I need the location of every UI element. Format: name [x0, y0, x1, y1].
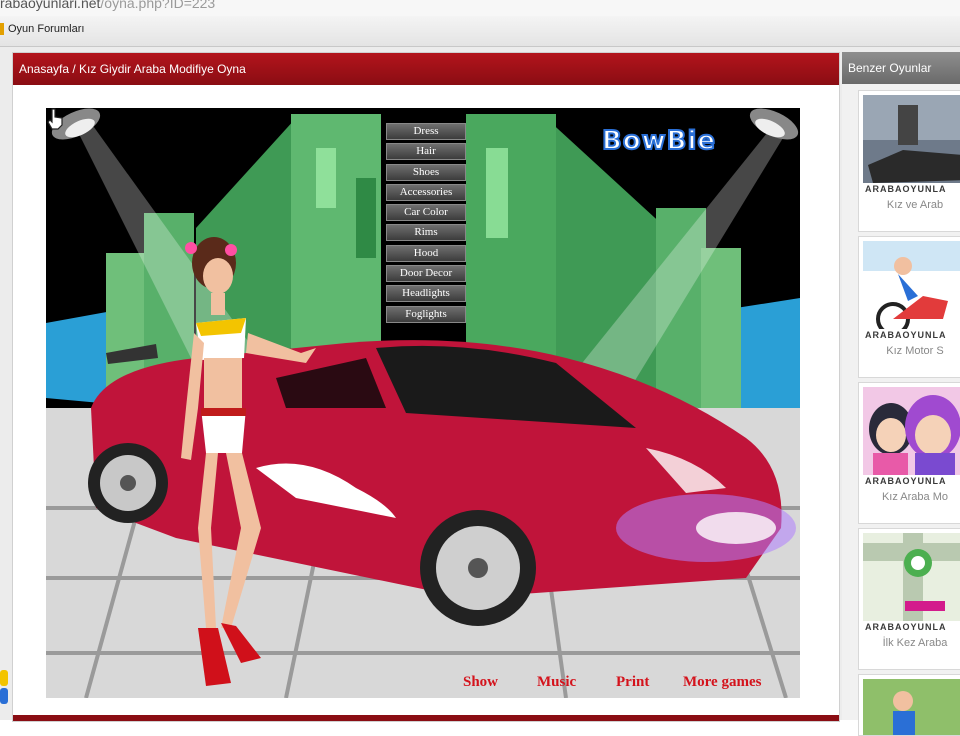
breadcrumb[interactable]: Anasayfa / Kız Giydir Araba Modifiye Oyn… [19, 62, 246, 76]
url-host: rabaoyunlari.net [0, 0, 101, 11]
bookmark-oyun-forumlari[interactable]: Oyun Forumları [0, 23, 85, 36]
bookmark-label: Oyun Forumları [8, 23, 85, 35]
similar-game-card-partial[interactable] [858, 674, 960, 736]
game-panel-header: Anasayfa / Kız Giydir Araba Modifiye Oyn… [13, 53, 839, 85]
game-caption[interactable]: Kız Motor S [859, 345, 960, 357]
bowbie-logo: BowBie [594, 118, 724, 166]
url-text[interactable]: rabaoyunlari.net/oyna.php?ID=223 [0, 0, 215, 11]
bookmarks-bar: Oyun Forumları [0, 16, 960, 47]
menu-door-decor-button[interactable]: Door Decor [386, 265, 466, 283]
taskbar-edge-icon [0, 670, 8, 704]
right-stage-wall [736, 298, 800, 408]
menu-car-color-button[interactable]: Car Color [386, 204, 466, 222]
hand-cursor-icon [47, 108, 63, 130]
menu-foglights-button[interactable]: Foglights [386, 305, 466, 323]
menu-hair-button[interactable]: Hair [386, 143, 466, 161]
menu-headlights-button[interactable]: Headlights [386, 285, 466, 303]
game-caption[interactable]: Kız ve Arab [859, 199, 960, 211]
menu-hood-button[interactable]: Hood [386, 244, 466, 262]
more-games-link[interactable]: More games [683, 674, 761, 691]
similar-game-card[interactable]: ARABAOYUNLA Kız Araba Mo [858, 382, 960, 524]
url-path: /oyna.php?ID=223 [100, 0, 216, 11]
menu-accessories-button[interactable]: Accessories [386, 183, 466, 201]
game-menu: Dress Hair Shoes Accessories Car Color R… [386, 123, 466, 326]
thumbnail-watermark: ARABAOYUNLA [865, 476, 947, 486]
game-caption[interactable]: İlk Kez Araba [859, 637, 960, 649]
menu-rims-button[interactable]: Rims [386, 224, 466, 242]
game-thumbnail[interactable]: ARABAOYUNLA [863, 387, 960, 487]
similar-games-title: Benzer Oyunlar [848, 61, 932, 75]
bookmark-icon [0, 23, 4, 36]
similar-games-panel: Benzer Oyunlar ARABAOYUNLA Kız ve Arab A… [842, 52, 960, 736]
menu-dress-button[interactable]: Dress [386, 123, 466, 140]
logo-text: BowBie [601, 125, 717, 157]
address-bar[interactable]: rabaoyunlari.net/oyna.php?ID=223 [0, 0, 960, 16]
game-canvas[interactable]: BowBie Dress Hair Shoes Accessories Car … [46, 108, 800, 698]
music-link[interactable]: Music [537, 674, 576, 691]
menu-shoes-button[interactable]: Shoes [386, 163, 466, 181]
similar-games-header: Benzer Oyunlar [842, 52, 960, 84]
show-link[interactable]: Show [463, 674, 498, 691]
similar-game-card[interactable]: ARABAOYUNLA İlk Kez Araba [858, 528, 960, 670]
game-thumbnail[interactable]: ARABAOYUNLA [863, 533, 960, 633]
similar-game-card[interactable]: ARABAOYUNLA Kız Motor S [858, 236, 960, 378]
game-thumbnail[interactable] [863, 679, 960, 735]
thumbnail-watermark: ARABAOYUNLA [865, 330, 947, 340]
thumbnail-watermark: ARABAOYUNLA [865, 184, 947, 194]
thumbnail-watermark: ARABAOYUNLA [865, 622, 947, 632]
game-thumbnail[interactable]: ARABAOYUNLA [863, 241, 960, 341]
panel-bottom-bar [13, 715, 839, 721]
similar-game-card[interactable]: ARABAOYUNLA Kız ve Arab [858, 90, 960, 232]
game-caption[interactable]: Kız Araba Mo [859, 491, 960, 503]
game-thumbnail[interactable]: ARABAOYUNLA [863, 95, 960, 195]
print-link[interactable]: Print [616, 674, 649, 691]
